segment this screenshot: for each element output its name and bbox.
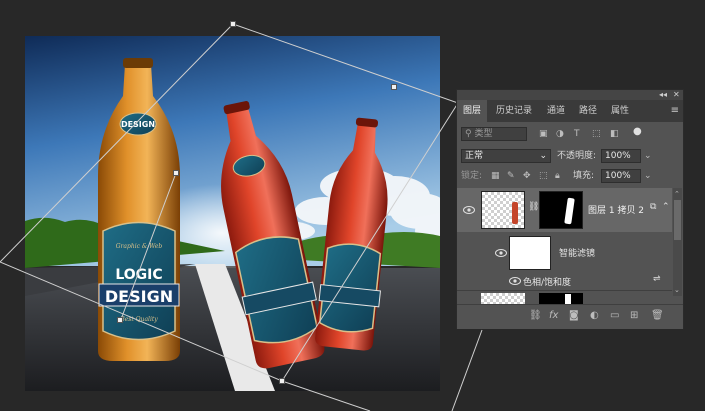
layer-thumbnail[interactable] [481,191,525,229]
document-canvas[interactable]: DESIGN Graphic & Web LOGIC DESIGN Best Q… [25,36,440,391]
new-layer-icon[interactable]: ⊞ [630,310,638,322]
search-icon: ⚲ [465,129,472,139]
tab-paths[interactable]: 路径 [573,100,603,122]
panel-tabs: 图层 历史记录 通道 路径 属性 ≡ [457,100,683,122]
chevron-down-icon: ⌄ [539,151,547,161]
close-panel-button[interactable]: ✕ [673,90,680,100]
layers-scrollbar[interactable]: ⌃ ⌄ [673,188,682,296]
layer-mask-thumbnail[interactable] [539,191,583,229]
opacity-value: 100% [605,151,631,161]
transform-handle-left[interactable] [117,317,123,323]
scroll-up-icon[interactable]: ⌃ [674,190,680,198]
script-bottom-text: Best Quality [119,316,158,323]
filter-effect-name: 色相/饱和度 [523,278,572,288]
tab-channels[interactable]: 通道 [541,100,571,122]
transform-handle-top[interactable] [230,21,236,27]
opacity-field[interactable]: 100% [601,149,641,163]
mask-link-icon[interactable]: ⛓ [528,202,539,212]
transform-handle-top-right[interactable] [391,84,397,90]
transform-handle-bottom[interactable] [279,378,285,384]
fill-label: 填充: [573,171,595,181]
mask-shape [564,197,575,225]
layer-row-smart-object[interactable]: ⛓ 图层 1 拷贝 2 ⧉ ⌃ [457,188,672,232]
opacity-label: 不透明度: [557,151,597,161]
layers-panel: ◂◂ ✕ 图层 历史记录 通道 路径 属性 ≡ ⚲ 类型 ▣ ◑ T ⬚ ◧ ●… [456,89,684,329]
smart-filter-mask-thumbnail[interactable] [509,236,551,270]
layer-name[interactable]: 图层 1 拷贝 2 [588,203,644,216]
tab-layers[interactable]: 图层 [457,100,487,122]
scroll-down-icon[interactable]: ⌄ [674,286,680,294]
group-icon[interactable]: ▭ [610,310,619,322]
opacity-dropdown-icon[interactable]: ⌄ [644,150,652,162]
panel-title-strip: ◂◂ ✕ [457,90,683,100]
fill-value: 100% [605,171,631,181]
blend-mode-value: 正常 [465,151,484,161]
layers-bottom-toolbar: ⛓ fx ◙ ◐ ▭ ⊞ 🗑︎ [457,304,683,329]
filter-row: ⚲ 类型 ▣ ◑ T ⬚ ◧ ● [457,126,683,142]
panel-menu-icon[interactable]: ≡ [671,100,679,122]
type-filter-icon[interactable]: T [574,128,580,140]
filter-type-label: 类型 [474,129,493,139]
fx-icon[interactable]: fx [549,310,558,322]
adjustment-filter-icon[interactable]: ◑ [556,128,564,140]
cap-badge-text: DESIGN [121,120,155,129]
filter-type-select[interactable]: ⚲ 类型 [461,127,527,141]
tab-properties[interactable]: 属性 [605,100,635,122]
mask-icon[interactable]: ◙ [569,310,579,322]
smart-object-icon: ⧉ [650,202,657,212]
transform-handle-center[interactable] [173,170,179,176]
fill-dropdown-icon[interactable]: ⌄ [644,170,652,182]
lock-row: 锁定: ▦ ✎ ✥ ⬚ 🔒︎ 填充: 100% ⌄ [457,168,683,184]
blending-options-icon[interactable]: ⇌ [653,274,661,284]
lock-paint-icon[interactable]: ✎ [507,170,515,182]
collapse-effects-icon[interactable]: ⌃ [662,202,670,212]
blend-row: 正常 ⌄ 不透明度: 100% ⌄ [457,148,683,164]
thumbnail-bottle-mark [512,202,518,224]
scroll-thumb[interactable] [674,200,681,240]
lock-all-icon[interactable]: 🔒︎ [555,170,560,182]
logo-line2-text: DESIGN [105,287,173,306]
shape-filter-icon[interactable]: ⬚ [592,128,601,140]
artwork-image: DESIGN Graphic & Web LOGIC DESIGN Best Q… [25,36,440,391]
tab-history[interactable]: 历史记录 [489,100,539,122]
script-top-text: Graphic & Web [116,243,163,250]
lock-transparent-icon[interactable]: ▦ [491,170,500,182]
collapse-panel-button[interactable]: ◂◂ [659,90,667,100]
delete-icon[interactable]: 🗑︎ [651,310,664,322]
smart-filters-label: 智能滤镜 [559,249,596,259]
filter-effect-row[interactable]: 色相/饱和度 ⇌ [457,273,672,289]
adjustment-icon[interactable]: ◐ [590,310,599,322]
filter-effect-eye-icon[interactable] [509,277,521,285]
fill-field[interactable]: 100% [601,169,641,183]
link-layers-icon[interactable]: ⛓ [529,310,542,322]
lock-label: 锁定: [461,171,483,181]
smart-filters-row[interactable]: 智能滤镜 [457,233,672,273]
layer-row-next[interactable] [457,290,672,305]
logo-line1-text: LOGIC [115,267,162,283]
lock-artboard-icon[interactable]: ⬚ [539,170,548,182]
pixel-filter-icon[interactable]: ▣ [539,128,548,140]
smart-filters-eye-icon[interactable] [495,249,507,257]
blend-mode-select[interactable]: 正常 ⌄ [461,149,551,163]
lock-position-icon[interactable]: ✥ [523,170,531,182]
visibility-eye-icon[interactable] [463,206,475,214]
filter-toggle-icon[interactable]: ● [633,126,642,138]
smart-object-filter-icon[interactable]: ◧ [610,128,619,140]
